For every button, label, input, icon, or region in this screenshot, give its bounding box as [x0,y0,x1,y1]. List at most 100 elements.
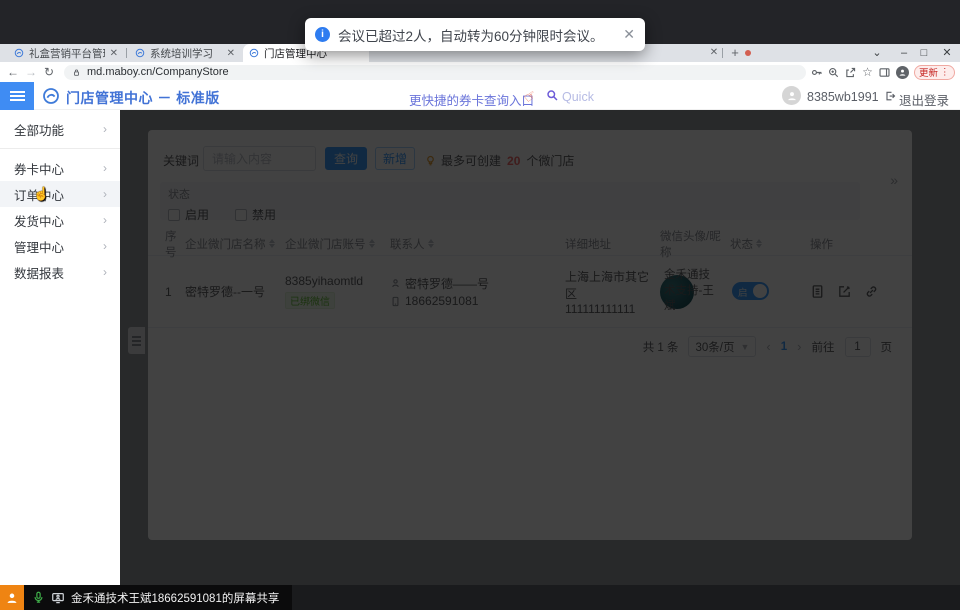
chevron-right-icon: › [103,265,107,279]
chevron-right-icon: › [103,187,107,201]
search-button[interactable]: 查询 [325,147,367,170]
col-header-actions: 操作 [810,236,898,252]
chevron-right-icon: › [103,161,107,175]
add-store-button[interactable]: 新增 [375,147,415,170]
sidebar-item-coupon-center[interactable]: 券卡中心 › [0,155,120,181]
cell-actions [810,284,898,299]
bookmark-star-icon[interactable]: ☆ [861,66,874,79]
quick-search-label[interactable]: Quick [562,90,594,104]
collapse-filters-icon[interactable]: » [890,172,898,188]
toggle-on-label: 启 [738,285,748,299]
sort-icon[interactable] [428,239,434,248]
next-page-button[interactable]: › [797,339,801,354]
sidebar-item-shipping-center[interactable]: 发货中心 › [0,207,120,233]
sidebar-item-all-functions[interactable]: 全部功能 › [0,116,120,142]
minimize-button[interactable]: – [893,45,915,61]
col-header-store-name[interactable]: 企业微门店名称 [185,236,285,252]
total-count: 共 1 条 [643,339,679,355]
address-line2: 111111111111 [565,302,635,316]
username[interactable]: 8385wb1991 [807,90,879,104]
detail-clipboard-icon[interactable] [810,284,825,299]
tab-separator [722,48,723,58]
microphone-icon [32,591,45,604]
sort-icon[interactable] [756,239,762,248]
menu-toggle-button[interactable] [0,82,34,110]
keyword-input[interactable] [203,146,316,171]
lock-icon [72,67,81,78]
key-icon[interactable] [810,66,823,79]
address-line1: 上海上海市其它区 [565,270,649,301]
micro-store-panel: 关键词 查询 新增 最多可创建 20 个微门店 » 状态 启用 [148,130,912,540]
status-toggle-on[interactable]: 启 [732,282,769,300]
goto-page-input[interactable] [845,337,871,357]
new-tab-button[interactable]: + [727,44,743,62]
back-button[interactable]: ← [4,65,22,79]
drawer-handle[interactable] [128,327,145,354]
address-bar[interactable]: md.maboy.cn/CompanyStore [64,65,806,80]
account-text: 8385yihaomtld [285,274,363,288]
zoom-icon[interactable] [827,66,840,79]
tab-close-icon[interactable]: ✕ [227,48,235,59]
status-filter-box: 状态 启用 禁用 [160,182,860,220]
sidebar-item-order-center[interactable]: 订单中心 › [0,181,120,207]
col-header-account[interactable]: 企业微门店账号 [285,236,390,252]
logout-icon[interactable] [884,90,896,102]
sidebar: 全部功能 › 券卡中心 › 订单中心 › 发货中心 › 管理中心 › 数据报表 … [0,110,120,585]
app-logo-icon [42,87,60,105]
col-header-status[interactable]: 状态 [730,236,810,252]
share-icon[interactable] [844,66,857,79]
sort-icon[interactable] [269,239,275,248]
main-content-dimmed: 关键词 查询 新增 最多可创建 20 个微门店 » 状态 启用 [120,110,960,585]
side-panel-icon[interactable] [878,66,891,79]
link-icon[interactable] [864,284,879,299]
chevron-right-icon: › [103,239,107,253]
window-close-button[interactable]: ✕ [936,45,958,61]
col-header-contact[interactable]: 联系人 [390,236,565,252]
prev-page-button[interactable]: ‹ [766,339,770,354]
reload-button[interactable]: ↻ [40,65,58,79]
cell-account: 8385yihaomtld 已绑微信 [285,274,390,309]
page-size-select[interactable]: 30条/页 ▼ [688,336,756,357]
url-text: md.maboy.cn/CompanyStore [87,66,229,78]
coupon-query-link[interactable]: 更快捷的券卡查询入口 [409,90,534,109]
browser-menu-chevron[interactable]: ⌄ [866,45,888,61]
page-title: 门店管理中心 － 标准版 [66,88,220,108]
col-header-wechat: 微信头像/昵称 [660,228,730,260]
edit-icon[interactable] [837,284,852,299]
limit-tip-prefix: 最多可创建 [441,152,501,169]
col-header-label: 企业微门店名称 [185,236,266,252]
site-favicon-icon [135,48,145,58]
sidebar-item-data-reports[interactable]: 数据报表 › [0,259,120,285]
col-header-address: 详细地址 [565,236,660,252]
tab-training[interactable]: 系统培训学习 ✕ [129,44,241,62]
maximize-button[interactable]: □ [913,45,935,61]
hamburger-icon [10,95,25,97]
person-icon [390,278,401,289]
checkbox-enabled[interactable]: 启用 [168,206,209,223]
participant-icon [0,585,24,610]
update-label: 更新 [919,65,938,79]
checkbox-icon [168,209,180,221]
share-text: 金禾通技术王斌18662591081的屏幕共享 [71,590,279,606]
wechat-nickname: 金禾通技术支持-王斌 [664,268,714,315]
cell-address: 上海上海市其它区 111111111111 [565,268,660,316]
user-avatar[interactable] [782,86,801,105]
profile-avatar-icon[interactable] [896,66,909,79]
sidebar-item-management-center[interactable]: 管理中心 › [0,233,120,259]
logout-button[interactable]: 退出登录 [899,90,949,109]
tab-gift-platform[interactable]: 礼盒营销平台管理中心 ✕ [8,44,124,62]
sort-icon[interactable] [369,239,375,248]
checkbox-label: 启用 [185,206,209,223]
current-page[interactable]: 1 [781,341,787,353]
toast-close-icon[interactable]: ✕ [623,26,635,43]
forward-button[interactable]: → [22,65,40,79]
tab-title: 礼盒营销平台管理中心 [29,46,105,61]
keyword-label: 关键词 [163,152,199,169]
kebab-menu-icon: ⋮ [940,67,950,78]
chrome-update-button[interactable]: 更新 ⋮ [914,65,955,80]
quick-search-icon[interactable] [546,89,559,102]
checkbox-label: 禁用 [252,206,276,223]
tab-close-icon[interactable]: ✕ [707,44,721,62]
checkbox-disabled[interactable]: 禁用 [235,206,276,223]
tab-close-icon[interactable]: ✕ [110,48,118,59]
